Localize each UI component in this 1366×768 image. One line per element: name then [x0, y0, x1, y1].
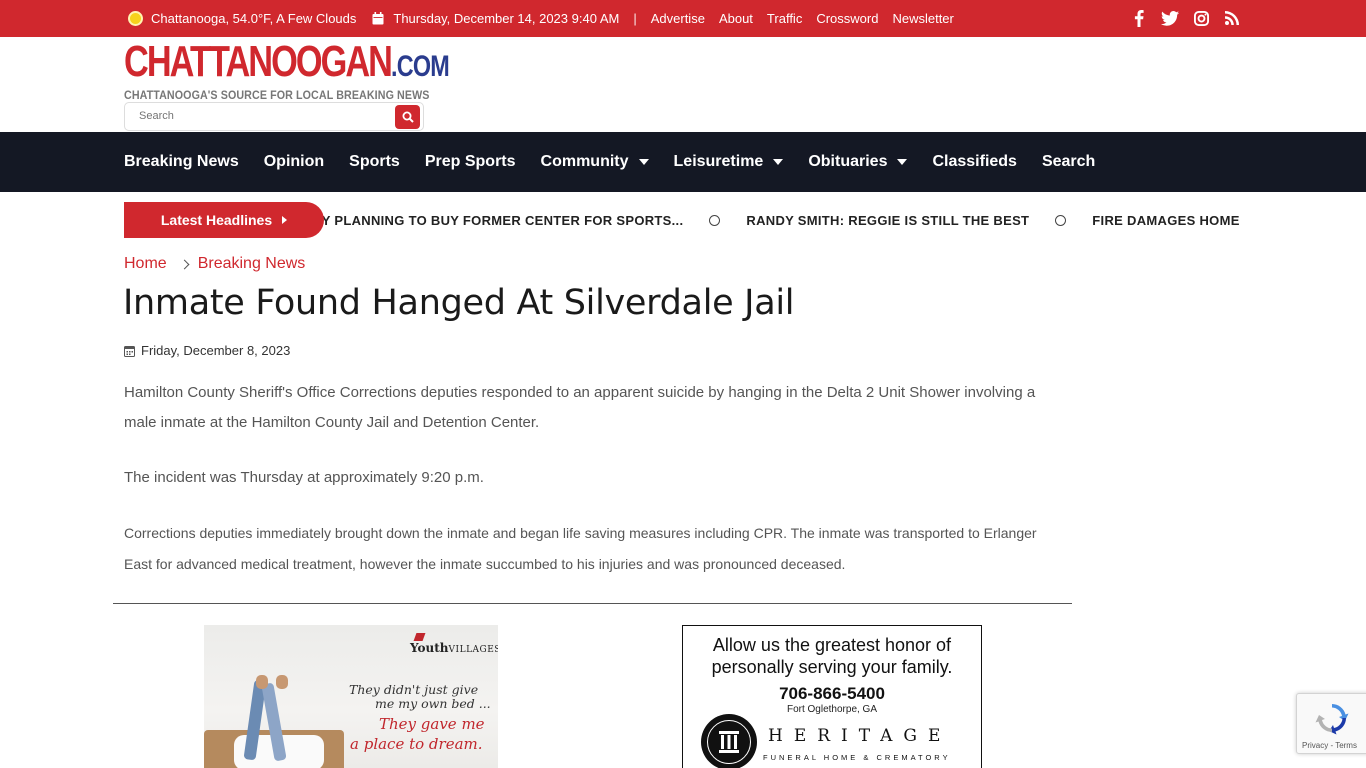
- caret-down-icon: [773, 159, 784, 165]
- ad-phone: 706-866-5400: [779, 684, 885, 703]
- advertise-link[interactable]: Advertise: [651, 11, 705, 26]
- breadcrumb-home[interactable]: Home: [124, 255, 167, 273]
- nav-item-prep-sports[interactable]: Prep Sports: [425, 153, 516, 171]
- ticker-headline[interactable]: RANDY SMITH: REGGIE IS STILL THE BEST: [746, 213, 1029, 228]
- nav-label: Leisuretime: [673, 153, 764, 170]
- column-icon: [701, 714, 757, 768]
- article-body: Hamilton County Sheriff's Office Correct…: [124, 378, 1064, 605]
- ad-brand-name: Youth: [410, 641, 449, 655]
- search-icon: [402, 111, 414, 123]
- nav-label: Classifieds: [932, 153, 1017, 170]
- logo-tagline: CHATTANOOGA'S SOURCE FOR LOCAL BREAKING …: [124, 90, 430, 102]
- latest-headlines-button[interactable]: Latest Headlines: [124, 202, 324, 238]
- article-date-text: Friday, December 8, 2023: [141, 343, 291, 358]
- ad-foot-image: [276, 675, 288, 689]
- caret-right-icon: [282, 216, 288, 224]
- recaptcha-badge[interactable]: Privacy - Terms: [1296, 693, 1366, 754]
- newsletter-link[interactable]: Newsletter: [892, 11, 953, 26]
- top-bar-info: Chattanooga, 54.0°F, A Few Clouds Thursd…: [128, 0, 968, 37]
- article-divider: [113, 603, 1072, 604]
- nav-item-search[interactable]: Search: [1042, 153, 1095, 171]
- chevron-right-icon: [179, 259, 190, 269]
- about-link[interactable]: About: [719, 11, 753, 26]
- weather-sun-icon: [128, 11, 143, 26]
- nav-item-opinion[interactable]: Opinion: [264, 153, 324, 171]
- nav-label: Opinion: [263, 153, 325, 170]
- weather-text: Chattanooga, 54.0°F, A Few Clouds: [151, 11, 357, 26]
- ad-text-line: They gave me: [379, 715, 485, 733]
- nav-label: Obituaries: [808, 153, 888, 170]
- article-date: Friday, December 8, 2023: [124, 343, 290, 358]
- nav-label: Prep Sports: [424, 153, 516, 170]
- header-search: [124, 102, 424, 131]
- logo-main-text: CHATTANOOGAN: [124, 37, 393, 86]
- nav-item-classifieds[interactable]: Classifieds: [932, 153, 1016, 171]
- nav-item-sports[interactable]: Sports: [349, 153, 400, 171]
- calendar-icon: [372, 12, 384, 25]
- twitter-icon[interactable]: [1161, 9, 1179, 27]
- current-datetime: Thursday, December 14, 2023 9:40 AM: [393, 11, 620, 26]
- ticker-label-text: Latest Headlines: [160, 212, 273, 228]
- top-bar: Chattanooga, 54.0°F, A Few Clouds Thursd…: [0, 0, 1366, 37]
- nav-item-leisuretime[interactable]: Leisuretime: [674, 153, 784, 171]
- crossword-link[interactable]: Crossword: [816, 11, 878, 26]
- nav-label: Community: [540, 153, 629, 170]
- caret-down-icon: [897, 159, 908, 165]
- search-input[interactable]: [139, 110, 389, 122]
- ad-text-line: a place to dream.: [350, 735, 483, 753]
- heritage-funeral-ad[interactable]: Allow us the greatest honor of personall…: [682, 625, 982, 768]
- ad-foot-image: [256, 675, 268, 689]
- ad-text-line: me my own bed ...: [375, 696, 491, 711]
- recaptcha-links[interactable]: Privacy - Terms: [1302, 741, 1357, 750]
- article-paragraph: The incident was Thursday at approximate…: [124, 469, 484, 486]
- article-paragraph: Hamilton County Sheriff's Office Correct…: [124, 384, 1036, 431]
- circle-icon: [709, 214, 721, 226]
- nav-item-breaking-news[interactable]: Breaking News: [124, 153, 239, 171]
- youth-villages-logo: YouthVILLAGES.: [410, 633, 498, 655]
- ad-brand-suffix: VILLAGES.: [448, 645, 498, 655]
- recaptcha-icon: [1315, 704, 1349, 735]
- circle-icon: [1055, 214, 1067, 226]
- ticker-track: COUNTY PLANNING TO BUY FORMER CENTER FOR…: [274, 202, 1240, 238]
- nav-item-obituaries[interactable]: Obituaries: [808, 153, 908, 171]
- article-paragraph: Corrections deputies immediately brought…: [124, 525, 1037, 572]
- nav-item-community[interactable]: Community: [541, 153, 649, 171]
- search-button[interactable]: [395, 105, 420, 129]
- rss-icon[interactable]: [1223, 9, 1241, 27]
- caret-down-icon: [638, 159, 649, 165]
- logo-wordmark: CHATTANOOGAN.COM: [124, 40, 450, 87]
- traffic-link[interactable]: Traffic: [767, 11, 802, 26]
- calendar-icon: [124, 345, 135, 357]
- article-title: Inmate Found Hanged At Silverdale Jail: [123, 283, 795, 323]
- breadcrumb: Home Breaking News: [124, 255, 305, 273]
- main-nav: Breaking News Opinion Sports Prep Sports…: [0, 132, 1366, 192]
- site-header: CHATTANOOGAN.COM CHATTANOOGA'S SOURCE FO…: [0, 37, 1366, 132]
- ad-brand-subtitle: FUNERAL HOME & CREMATORY: [763, 753, 951, 762]
- ad-brand-name: HERITAGE: [768, 726, 952, 746]
- nav-label: Search: [1041, 153, 1096, 170]
- social-links: [1130, 9, 1241, 27]
- breadcrumb-current[interactable]: Breaking News: [198, 255, 306, 273]
- ticker-headline[interactable]: COUNTY PLANNING TO BUY FORMER CENTER FOR…: [274, 213, 683, 228]
- nav-label: Breaking News: [124, 153, 239, 170]
- nav-label: Sports: [349, 153, 400, 170]
- site-logo[interactable]: CHATTANOOGAN.COM CHATTANOOGA'S SOURCE FO…: [124, 40, 450, 103]
- facebook-icon[interactable]: [1130, 9, 1148, 27]
- logo-suffix: .COM: [391, 50, 450, 83]
- ad-text-line: They didn't just give: [349, 682, 479, 697]
- ad-headline: Allow us the greatest honor of personall…: [711, 635, 953, 677]
- top-bar-separator: |: [633, 11, 637, 26]
- youth-villages-ad[interactable]: YouthVILLAGES. They didn't just give me …: [204, 625, 498, 768]
- instagram-icon[interactable]: [1192, 9, 1210, 27]
- headlines-ticker: Latest Headlines COUNTY PLANNING TO BUY …: [124, 202, 1240, 238]
- ticker-headline[interactable]: FIRE DAMAGES HOME ON WALKER...: [1092, 213, 1240, 228]
